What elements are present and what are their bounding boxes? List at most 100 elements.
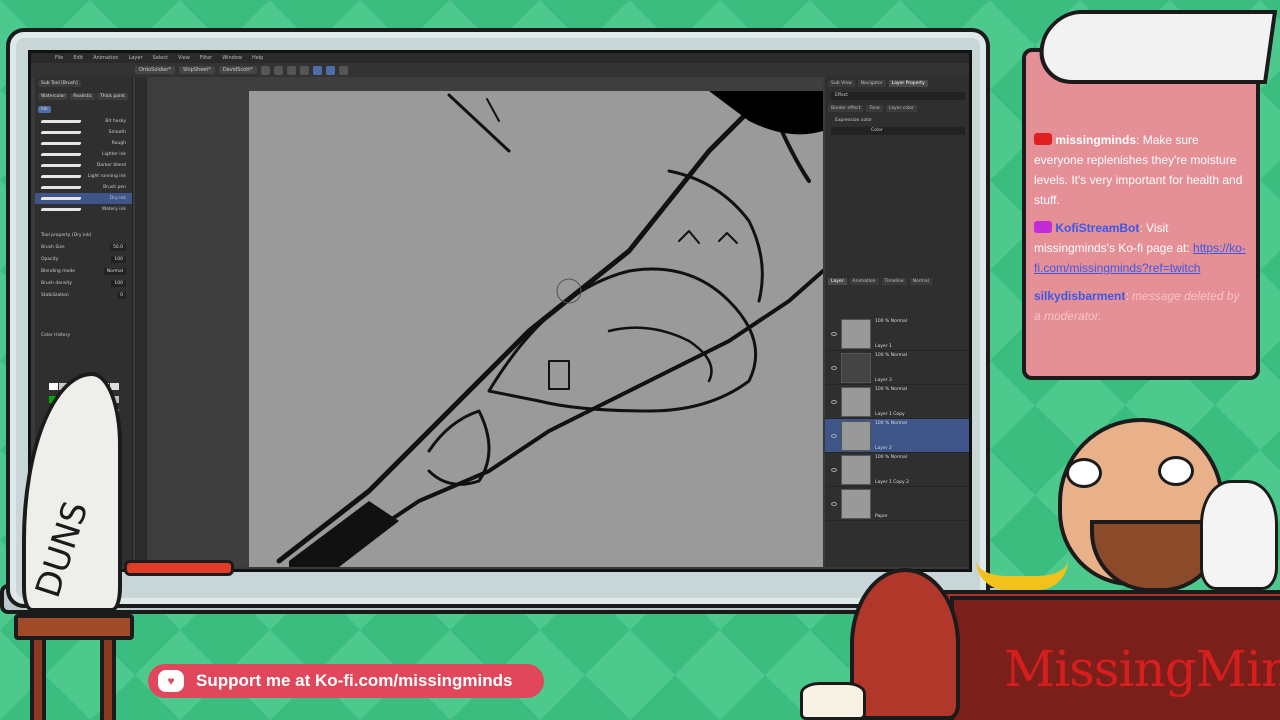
brush-item[interactable]: Darker blend (35, 160, 132, 171)
chat-username[interactable]: missingminds (1055, 133, 1136, 147)
property-value[interactable]: 50.0 (109, 243, 126, 251)
property-value[interactable]: 100 (111, 279, 126, 287)
stool (14, 614, 134, 640)
property-value[interactable]: 0 (117, 291, 126, 299)
drawing-canvas[interactable] (249, 91, 823, 567)
property-value[interactable]: Normal (103, 267, 126, 275)
doc-tab[interactable]: ShipSheet* (178, 66, 215, 74)
tab-watercolor[interactable]: Watercolor (38, 93, 69, 100)
brush-stroke-preview (40, 175, 82, 178)
layer-blend-select[interactable]: Normal (909, 278, 932, 285)
effect-label: Effect (831, 92, 965, 100)
menu-edit[interactable]: Edit (73, 55, 83, 61)
brand-logo: MissingMinds (1004, 640, 1280, 698)
brush-stroke-preview (40, 208, 82, 211)
effect-border[interactable]: Border effect (828, 105, 864, 112)
layer-row-selected[interactable]: 100 % Normal Layer 2 (825, 419, 969, 453)
menu-help[interactable]: Help (252, 55, 263, 61)
eye-icon[interactable] (831, 399, 837, 404)
cat-mascot (1200, 480, 1278, 590)
effect-layer-color[interactable]: Layer color (885, 105, 917, 112)
eye-icon[interactable] (831, 365, 837, 370)
sketch-stroke (487, 267, 758, 413)
property-value[interactable]: 100 (111, 255, 126, 263)
layer-thumbnail (841, 454, 871, 485)
layer-row[interactable]: 100 % Normal Layer 3 (825, 351, 969, 385)
tab-navigator[interactable]: Navigator (857, 80, 886, 87)
clear-icon[interactable] (286, 65, 296, 75)
property-stabilization[interactable]: Stabilization 0 (35, 289, 132, 301)
snap-icon[interactable] (312, 65, 322, 75)
undo-icon[interactable] (260, 65, 270, 75)
stool-leg (100, 636, 116, 720)
layer-blend: 100 % Normal (875, 352, 908, 358)
menu-select[interactable]: Select (153, 55, 168, 61)
chat-username[interactable]: silkydisbarment (1034, 289, 1125, 303)
app-menubar: File Edit Animation Layer Select View Fi… (31, 53, 969, 63)
tab-animation[interactable]: Animation (849, 278, 879, 285)
tab-subtool[interactable]: Sub Tool [Brush] (38, 80, 81, 87)
eye-icon[interactable] (831, 331, 837, 336)
layer-row[interactable]: 100 % Normal Layer 1 Copy 2 (825, 453, 969, 487)
tab-layer[interactable]: Layer (828, 278, 847, 285)
grid-icon[interactable] (338, 65, 348, 75)
redo-icon[interactable] (273, 65, 283, 75)
chat-username[interactable]: KofiStreamBot (1055, 221, 1139, 235)
transform-icon[interactable] (299, 65, 309, 75)
brush-label: Smooth (108, 130, 126, 135)
brush-stroke-preview (40, 131, 82, 134)
layer-blend: 100 % Normal (875, 454, 908, 460)
expression-color-label: Expression color (835, 118, 872, 123)
property-opacity[interactable]: Opacity 100 (35, 253, 132, 265)
doc-tab[interactable]: DavidScott* (218, 66, 257, 74)
tab-realistic[interactable]: Realistic (70, 93, 96, 100)
layer-name: Layer 3 (875, 377, 892, 383)
layer-row[interactable]: 100 % Normal Layer 1 Copy (825, 385, 969, 419)
brush-item[interactable]: Brush pen (35, 182, 132, 193)
canvas-area (149, 77, 823, 567)
menu-view[interactable]: View (178, 55, 190, 61)
menu-animation[interactable]: Animation (93, 55, 119, 61)
layer-row[interactable]: Paper (825, 487, 969, 521)
property-brush-density[interactable]: Brush density 100 (35, 277, 132, 289)
property-brush-size[interactable]: Brush Size 50.0 (35, 241, 132, 253)
tab-timeline[interactable]: Timeline (881, 278, 907, 285)
layer-name: Layer 1 Copy (875, 411, 905, 417)
color-swatch[interactable] (49, 383, 59, 390)
eye-icon[interactable] (831, 467, 837, 472)
eye-icon[interactable] (831, 433, 837, 438)
menu-layer[interactable]: Layer (129, 55, 143, 61)
layer-name: Layer 2 (875, 445, 892, 451)
kofi-banner[interactable]: ♥ Support me at Ko-fi.com/missingminds (148, 664, 544, 698)
brush-label: Dry ink (109, 196, 126, 201)
tab-ink[interactable]: Ink (38, 106, 51, 113)
expression-color-select[interactable]: Color (831, 127, 965, 135)
effect-tone[interactable]: Tone (866, 105, 883, 112)
brush-label: Rough (111, 141, 126, 146)
doc-tab[interactable]: OrdoSoldier* (135, 66, 175, 74)
layer-thumbnail (841, 352, 871, 383)
menu-filter[interactable]: Filter (200, 55, 212, 61)
menu-file[interactable]: File (55, 55, 63, 61)
tab-thick-paint[interactable]: Thick paint (97, 93, 128, 100)
sketch-fill (709, 91, 823, 135)
ruler-icon[interactable] (325, 65, 335, 75)
layer-row[interactable]: 100 % Normal Layer 1 (825, 317, 969, 351)
brush-item[interactable]: Watery ink (35, 204, 132, 215)
layer-blend: 100 % Normal (875, 420, 908, 426)
sketch-stroke (548, 360, 570, 390)
brush-item[interactable]: Bit husky (35, 116, 132, 127)
property-blending-mode[interactable]: Blending mode Normal (35, 265, 132, 277)
brush-item-selected[interactable]: Dry ink (35, 193, 132, 204)
brush-item[interactable]: Rough (35, 138, 132, 149)
eye-icon[interactable] (831, 501, 837, 506)
brush-item[interactable]: Light running ink (35, 171, 132, 182)
brush-item[interactable]: Smooth (35, 127, 132, 138)
layer-list: 100 % Normal Layer 1 100 % Normal Layer 3 … (825, 317, 969, 521)
marker-pen (124, 560, 234, 576)
tab-sub-view[interactable]: Sub View (828, 80, 855, 87)
tab-layer-property[interactable]: Layer Property (888, 80, 928, 87)
menu-window[interactable]: Window (222, 55, 242, 61)
color-history-header: Color History (35, 329, 132, 341)
brush-item[interactable]: Lighter ink (35, 149, 132, 160)
